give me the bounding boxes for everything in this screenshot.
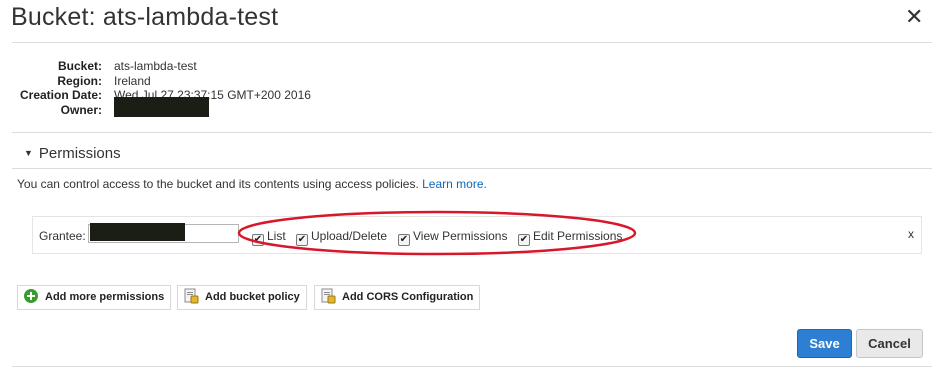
property-label: Region: (57, 73, 102, 88)
learn-more-link[interactable]: Learn more. (422, 177, 487, 191)
property-label: Owner: (60, 102, 102, 117)
permissions-title: Permissions (38, 145, 121, 162)
page-title: Bucket: ats-lambda-test (11, 3, 279, 31)
divider (12, 132, 932, 133)
divider (12, 168, 932, 169)
button-label: Add CORS Configuration (342, 291, 474, 303)
add-bucket-policy-button[interactable]: Add bucket policy (177, 285, 307, 310)
divider (12, 366, 932, 367)
remove-grant-button[interactable]: x (908, 227, 914, 241)
button-label: Add more permissions (45, 291, 165, 303)
add-cors-configuration-button[interactable]: Add CORS Configuration (314, 285, 481, 310)
redaction-block (90, 223, 185, 241)
plus-circle-icon (24, 289, 38, 303)
property-label: Bucket: (57, 59, 102, 73)
grantee-label: Grantee: (39, 229, 86, 243)
property-label: Creation Date: (19, 88, 102, 102)
close-icon[interactable]: ✕ (905, 6, 923, 28)
grantee-input[interactable] (88, 223, 239, 243)
add-more-permissions-button[interactable]: Add more permissions (17, 285, 172, 310)
caret-down-icon: ▼ (24, 148, 33, 158)
property-value: ats-lambda-test (114, 59, 197, 73)
permissions-section-toggle[interactable]: ▼ Permissions (24, 145, 121, 162)
divider (12, 42, 932, 43)
cancel-button[interactable]: Cancel (856, 329, 923, 358)
property-value: Ireland (114, 73, 151, 88)
permissions-description: You can control access to the bucket and… (17, 177, 487, 191)
policy-document-icon (184, 288, 199, 304)
save-button[interactable]: Save (797, 329, 852, 358)
highlight-ellipse (237, 210, 637, 256)
description-text: You can control access to the bucket and… (17, 177, 423, 191)
cors-document-icon (321, 288, 336, 304)
redaction-block (114, 96, 209, 117)
owner-redacted (114, 96, 209, 120)
button-label: Add bucket policy (205, 291, 300, 303)
